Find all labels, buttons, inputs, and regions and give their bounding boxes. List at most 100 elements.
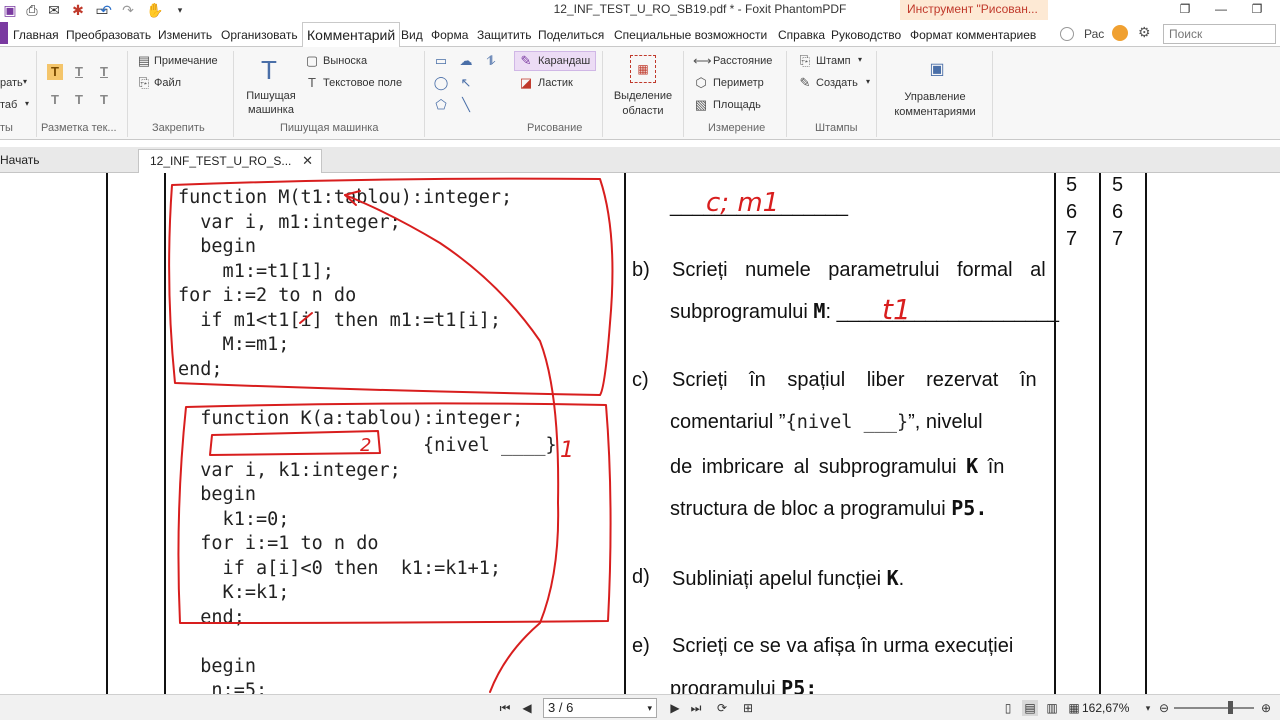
prev-page-icon[interactable]: ◀ xyxy=(519,700,535,716)
partial-button-1[interactable]: рать xyxy=(0,77,23,89)
polygon-icon[interactable]: ⬠ xyxy=(433,97,449,113)
eraser-button[interactable]: Ластик xyxy=(538,77,573,89)
create-dropdown-icon[interactable]: ▾ xyxy=(866,77,870,86)
area-button[interactable]: Площадь xyxy=(713,99,761,111)
note-button[interactable]: Примечание xyxy=(154,55,218,67)
search-input[interactable]: Поиск xyxy=(1163,24,1276,44)
code-line: end; xyxy=(178,359,223,380)
polyline-icon[interactable]: ⥮ xyxy=(483,53,499,69)
partial-dropdown-2-icon[interactable]: ▾ xyxy=(25,99,29,108)
first-page-icon[interactable]: ⏮ xyxy=(497,700,513,716)
zoom-in-icon[interactable]: ⊕ xyxy=(1258,700,1274,716)
textbox-button[interactable]: Текстовое поле xyxy=(323,77,402,89)
create-button[interactable]: Создать xyxy=(816,77,858,89)
menu-home[interactable]: Главная xyxy=(13,25,59,45)
pencil-button[interactable]: Карандаш xyxy=(538,55,590,67)
menu-protect[interactable]: Защитить xyxy=(477,25,531,45)
ribbon-separator xyxy=(127,51,128,137)
menu-accessibility[interactable]: Специальные возможности xyxy=(614,25,767,45)
maximize-button[interactable]: ❐ xyxy=(1240,0,1274,20)
underline-text-icon[interactable]: T xyxy=(71,64,87,80)
status-bar: ⏮ ◀ 3 / 6 ▾ ▶ ⏭ ⟳ ⊞ ▯ ▤ ▥ ▦ 162,67% ▾ ⊖ ⊕ xyxy=(0,694,1280,720)
squiggly-text-icon[interactable]: T xyxy=(96,64,112,80)
continuous-facing-icon[interactable]: ▦ xyxy=(1066,700,1082,716)
stamp-dropdown-icon[interactable]: ▾ xyxy=(858,55,862,64)
zoom-slider[interactable] xyxy=(1174,707,1254,709)
ribbon-separator xyxy=(992,51,993,137)
replace-text-icon[interactable]: T xyxy=(71,92,87,108)
partial-button-2[interactable]: таб xyxy=(0,99,17,111)
callout-button[interactable]: Выноска xyxy=(323,55,367,67)
textbox-icon: T xyxy=(308,75,316,90)
tool-context-tab[interactable]: Инструмент "Рисован... xyxy=(900,0,1048,20)
menu-view[interactable]: Вид xyxy=(401,25,423,45)
page-dropdown-icon[interactable]: ▾ xyxy=(647,699,652,717)
zoom-out-icon[interactable]: ⊖ xyxy=(1156,700,1172,716)
tab-start[interactable]: Начать xyxy=(0,149,40,173)
lightbulb-icon[interactable] xyxy=(1060,27,1074,41)
menu-comment[interactable]: Комментарий xyxy=(302,22,401,47)
menu-form[interactable]: Форма xyxy=(431,25,468,45)
continuous-page-icon[interactable]: ▤ xyxy=(1022,700,1038,716)
next-page-icon[interactable]: ▶ xyxy=(667,700,683,716)
insert-text-icon[interactable]: T xyxy=(47,92,63,108)
zoom-slider-thumb[interactable] xyxy=(1228,701,1233,714)
rectangle-icon[interactable]: ▭ xyxy=(433,53,449,69)
zoom-level[interactable]: 162,67% xyxy=(1082,701,1129,715)
area-select-button[interactable]: Выделение области xyxy=(608,89,678,119)
menu-share[interactable]: Поделиться xyxy=(538,25,604,45)
document-view[interactable]: function M(t1:tablou):integer; var i, m1… xyxy=(0,173,1280,694)
minimize-button[interactable]: — xyxy=(1204,0,1238,20)
menu-edit[interactable]: Изменить xyxy=(158,25,212,45)
file-button[interactable]: Файл xyxy=(154,77,181,89)
code-line: m1:=t1[1]; xyxy=(178,261,334,282)
line-icon[interactable]: ╲ xyxy=(458,97,474,113)
stamp-button[interactable]: Штамп xyxy=(816,55,851,67)
app-menu-button[interactable] xyxy=(0,22,8,44)
perimeter-button[interactable]: Периметр xyxy=(713,77,764,89)
distance-button[interactable]: Расстояние xyxy=(713,55,772,67)
partial-dropdown-1-icon[interactable]: ▾ xyxy=(23,77,27,86)
ribbon-separator xyxy=(424,51,425,137)
group-label-text-markup: Разметка тек... xyxy=(41,122,117,134)
last-page-icon[interactable]: ⏭ xyxy=(688,700,704,716)
group-label-pin: Закрепить xyxy=(152,122,205,134)
menu-organize[interactable]: Организовать xyxy=(221,25,298,45)
page-number-input[interactable]: 3 / 6 ▾ xyxy=(543,698,657,718)
create-stamp-icon: ✎ xyxy=(799,75,811,90)
strikeout-text-icon[interactable]: T xyxy=(96,92,112,108)
rotate-icon[interactable]: ⟳ xyxy=(714,700,730,716)
typewriter-button[interactable]: Пишущая машинка xyxy=(242,89,300,117)
feedback-icon[interactable] xyxy=(1112,25,1128,41)
facing-page-icon[interactable]: ▥ xyxy=(1044,700,1060,716)
code-line: for i:=1 to n do xyxy=(178,533,379,554)
zoom-dropdown-icon[interactable]: ▾ xyxy=(1140,700,1156,716)
manage-comments-button[interactable]: Управление комментариями xyxy=(884,90,986,120)
tab-document[interactable]: 12_INF_TEST_U_RO_S... ✕ xyxy=(138,149,322,173)
question-letter-e: e) xyxy=(632,635,650,657)
close-tab-icon[interactable]: ✕ xyxy=(302,150,313,172)
table-border xyxy=(106,173,108,694)
tab-document-label: 12_INF_TEST_U_RO_S... xyxy=(150,154,292,168)
eraser-icon: ◪ xyxy=(519,75,533,90)
arrow-icon[interactable]: ↖ xyxy=(458,75,474,91)
gear-icon[interactable]: ⚙ xyxy=(1138,24,1151,41)
code-line: begin xyxy=(178,656,256,677)
highlight-text-icon[interactable]: T xyxy=(47,64,63,80)
cloud-icon[interactable]: ☁ xyxy=(458,53,474,69)
score-cell: 6 xyxy=(1112,201,1124,223)
code-line: var i, k1:integer; xyxy=(178,460,401,481)
question-text: structura de bloc a programului xyxy=(670,498,952,520)
menu-comment-format[interactable]: Формат комментариев xyxy=(910,25,1036,45)
menu-guide[interactable]: Руководство xyxy=(831,25,901,45)
code-line: n:=5; xyxy=(178,680,268,694)
question-c-line: comentariul ”{nivel ___}”, nivelul xyxy=(670,411,983,434)
single-page-icon[interactable]: ▯ xyxy=(1000,700,1016,716)
fit-icon[interactable]: ⊞ xyxy=(740,700,756,716)
code-line: {nivel ____} xyxy=(178,435,557,456)
menu-convert[interactable]: Преобразовать xyxy=(66,25,151,45)
oval-icon[interactable]: ◯ xyxy=(433,75,449,91)
menu-help[interactable]: Справка xyxy=(778,25,825,45)
restore-ribbon-icon[interactable]: ❐ xyxy=(1168,0,1202,20)
user-label[interactable]: Рас xyxy=(1084,27,1104,41)
